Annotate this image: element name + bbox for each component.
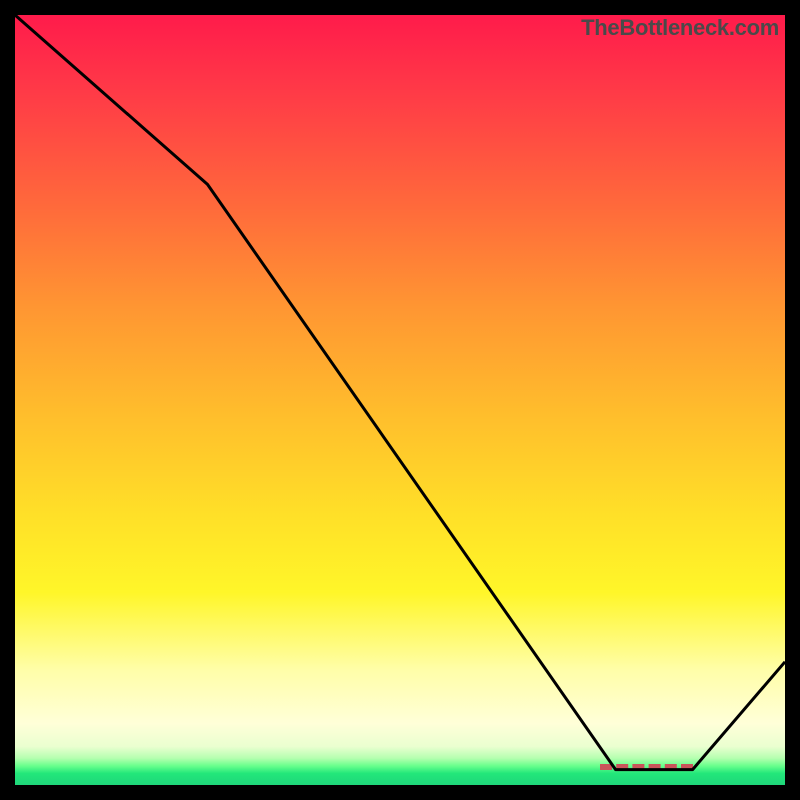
bottleneck-curve	[15, 15, 785, 785]
chart-canvas: TheBottleneck.com	[0, 0, 800, 800]
plot-area: TheBottleneck.com	[15, 15, 785, 785]
curve-path	[15, 15, 785, 770]
